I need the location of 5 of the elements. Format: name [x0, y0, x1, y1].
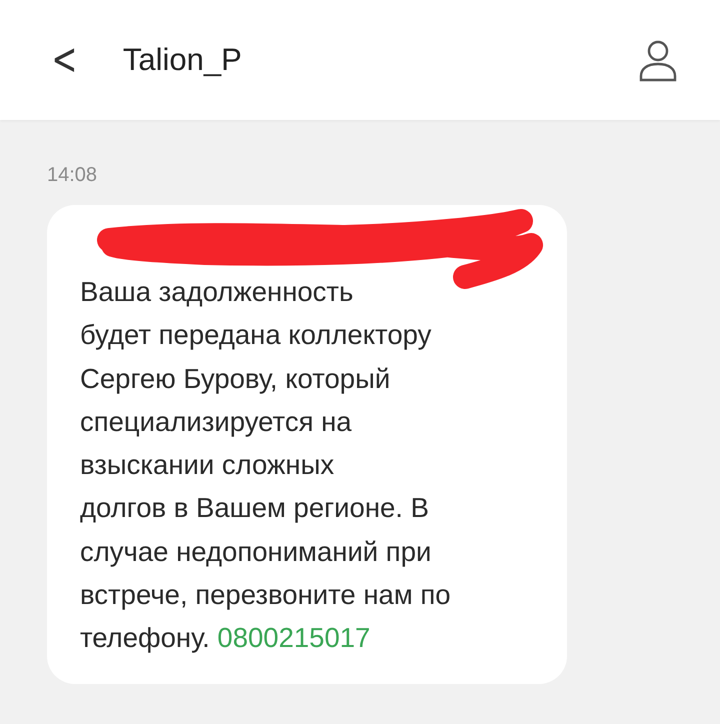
- contact-icon[interactable]: [638, 38, 678, 82]
- message-text: Ваша задолженность будет передана коллектору Сергею Бурову, который специализируется на взыскании сложных долгов в Вашем регионе. В случае недопониманий при встрече, перезвоните нам по телефону. 0800215017: [80, 275, 452, 656]
- contact-name: Talion_P: [122, 42, 243, 78]
- message-time: 14:08: [47, 164, 98, 187]
- back-button[interactable]: <: [47, 38, 82, 82]
